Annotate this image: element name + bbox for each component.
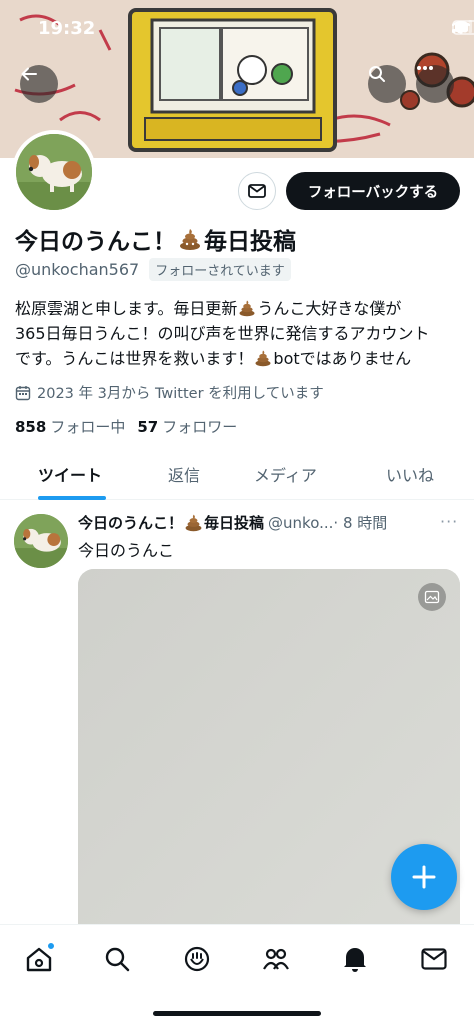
search-icon [105, 947, 130, 972]
status-bar: 19:32 [0, 0, 474, 58]
tweet-header: 今日のうんこ！ 毎日投稿 @unko... · 8 時間 [78, 512, 468, 533]
following-count: 858 [15, 418, 47, 436]
envelope-icon [421, 948, 447, 970]
more-horizontal-icon [417, 66, 433, 70]
follow-back-button[interactable]: フォローバックする [286, 172, 460, 210]
tweet-author-name[interactable]: 今日のうんこ！ [78, 512, 183, 533]
dog-photo [14, 514, 68, 568]
nav-spaces[interactable] [179, 941, 215, 977]
nav-search[interactable] [99, 941, 135, 977]
tweet-timestamp: · 8 時間 [333, 514, 388, 532]
follows-you-badge: フォローされています [149, 258, 291, 281]
profile-avatar[interactable] [12, 130, 96, 214]
bio-line: 365日毎日うんこ！の叫び声を世界に発信するアカウント [15, 324, 430, 343]
bio-text: 松原雲湖と申します。毎日更新 [15, 299, 238, 318]
tab-replies[interactable]: 返信 [168, 462, 200, 486]
bell-icon [344, 948, 366, 972]
handle-row: @unkochan567 フォローされています [15, 258, 291, 281]
profile-bio: 松原雲湖と申します。毎日更新 うんこ大好きな僕が 365日毎日うんこ！の叫び声を世… [15, 296, 463, 371]
tweet-media[interactable] [78, 569, 460, 969]
display-name-suffix: 毎日投稿 [204, 229, 296, 255]
followers-count: 57 [137, 418, 159, 436]
search-icon [369, 66, 385, 82]
envelope-icon [248, 184, 266, 198]
profile-tabs: ツイート 返信 メディア いいね [0, 450, 474, 500]
following-label: フォロー中 [50, 418, 126, 436]
tweet-author-handle: @unko... [268, 513, 334, 532]
tab-media[interactable]: メディア [254, 462, 317, 486]
followers-stat[interactable]: 57 フォロワー [137, 416, 237, 437]
tweet-text: 今日のうんこ [78, 541, 175, 560]
joined-date: 2023 年 3月から Twitter を利用しています [15, 382, 324, 403]
message-button[interactable] [238, 172, 276, 210]
bio-text: botではありません [273, 349, 412, 368]
following-stat[interactable]: 858 フォロー中 [15, 416, 125, 437]
communities-icon [263, 948, 289, 970]
nav-communities[interactable] [258, 941, 294, 977]
search-button[interactable] [368, 65, 406, 103]
nav-notifications[interactable] [337, 941, 373, 977]
tweet-avatar[interactable] [14, 514, 68, 568]
poop-emoji-icon [255, 350, 271, 367]
more-options-button[interactable] [416, 65, 454, 103]
display-name-text: 今日のうんこ！ [15, 229, 176, 255]
image-icon [424, 590, 440, 604]
notification-dot [47, 942, 55, 950]
tweet-author-suffix: 毎日投稿 [204, 514, 265, 532]
image-description-badge[interactable] [418, 583, 446, 611]
compose-tweet-button[interactable] [391, 844, 457, 910]
followers-label: フォロワー [162, 418, 238, 436]
follow-stats: 858 フォロー中 57 フォロワー [15, 416, 237, 437]
tab-tweets[interactable]: ツイート [38, 462, 102, 486]
spaces-icon [184, 946, 210, 972]
bio-text: うんこ大好きな僕が [257, 299, 402, 318]
calendar-icon [15, 385, 31, 400]
active-tab-indicator [38, 496, 106, 500]
tab-likes[interactable]: いいね [386, 462, 434, 486]
nav-messages[interactable] [416, 941, 452, 977]
plus-icon [412, 865, 436, 889]
arrow-left-icon [21, 67, 37, 81]
bottom-navigation [0, 924, 474, 1026]
display-name: 今日のうんこ！ 毎日投稿 [15, 222, 296, 256]
bio-line: 松原雲湖と申します。毎日更新 うんこ大好きな僕が [15, 296, 463, 321]
user-handle: @unkochan567 [15, 260, 140, 279]
joined-text: 2023 年 3月から Twitter を利用しています [37, 386, 324, 402]
bio-text: です。うんこは世界を救います！ [15, 349, 254, 368]
status-time: 19:32 [38, 18, 96, 39]
media-photo [78, 569, 460, 969]
bio-line: です。うんこは世界を救います！ botではありません [15, 346, 463, 371]
nav-home[interactable] [21, 941, 57, 977]
back-button[interactable] [20, 65, 58, 103]
dog-photo [16, 134, 92, 210]
poop-emoji-icon [239, 300, 255, 317]
poop-emoji-icon [180, 229, 200, 250]
home-indicator [153, 1011, 321, 1016]
tweet-more-button[interactable]: ··· [440, 512, 458, 531]
poop-emoji-icon [185, 514, 202, 532]
battery-icon [452, 20, 474, 35]
